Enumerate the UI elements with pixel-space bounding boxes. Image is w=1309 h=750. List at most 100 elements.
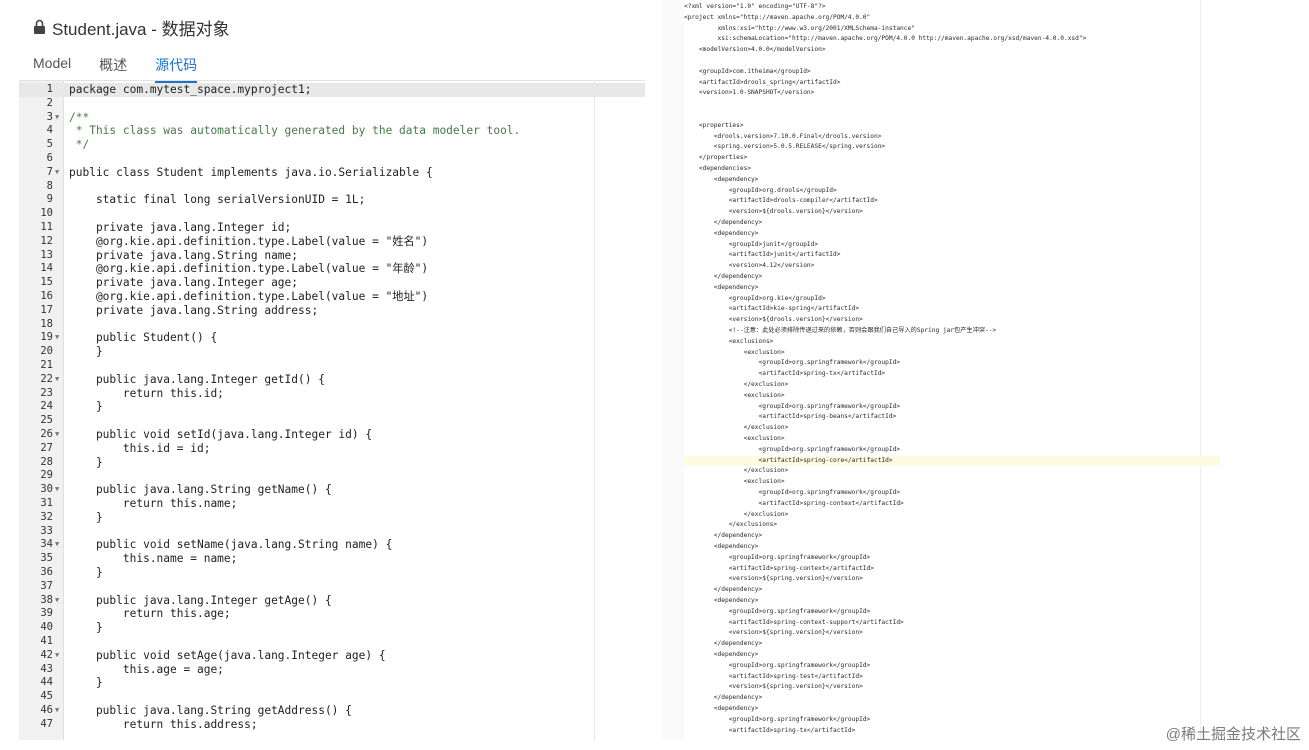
code-line[interactable]: 23 return this.id; bbox=[19, 387, 645, 401]
code-line[interactable]: 8 bbox=[19, 180, 645, 194]
xml-line[interactable]: <exclusions> bbox=[684, 337, 774, 348]
code-line[interactable]: 19 ▼ public Student() { bbox=[19, 331, 645, 345]
xml-line[interactable]: <dependency> bbox=[684, 175, 759, 186]
code-line[interactable]: 46 ▼ public java.lang.String getAddress()… bbox=[19, 704, 645, 718]
xml-line[interactable]: <groupId>org.kie</groupId> bbox=[684, 294, 826, 305]
xml-line[interactable]: </exclusion> bbox=[684, 510, 789, 521]
xml-line[interactable]: <exclusion> bbox=[684, 477, 785, 488]
code-line[interactable]: 12 @org.kie.api.definition.type.Label(va… bbox=[19, 235, 645, 249]
tab-model[interactable]: Model bbox=[33, 53, 71, 83]
xml-line[interactable]: <artifactId>spring-beans</artifactId> bbox=[684, 412, 897, 423]
xml-line[interactable]: <artifactId>spring-tx</artifactId> bbox=[684, 369, 886, 380]
fold-toggle-icon[interactable]: ▼ bbox=[55, 111, 59, 125]
code-line[interactable]: 17 private java.lang.String address; bbox=[19, 304, 645, 318]
code-line[interactable]: 43 this.age = age; bbox=[19, 663, 645, 677]
code-line[interactable]: 44 } bbox=[19, 676, 645, 690]
code-line[interactable]: 5 */ bbox=[19, 138, 645, 152]
code-line[interactable]: 31 return this.name; bbox=[19, 497, 645, 511]
xml-line[interactable]: </dependency> bbox=[684, 531, 762, 542]
xml-line[interactable]: <groupId>org.springframework</groupId> bbox=[684, 488, 901, 499]
xml-line[interactable]: <spring.version>5.0.5.RELEASE</spring.ve… bbox=[684, 142, 885, 153]
xml-line[interactable]: <drools.version>7.10.0.Final</drools.ver… bbox=[684, 132, 882, 143]
xml-line[interactable]: </dependency> bbox=[684, 585, 762, 596]
tab-source[interactable]: 源代码 bbox=[155, 53, 198, 83]
xml-line[interactable]: <groupId>org.springframework</groupId> bbox=[684, 553, 871, 564]
xml-line[interactable]: <groupId>junit</groupId> bbox=[684, 240, 818, 251]
xml-scrollbar[interactable] bbox=[1200, 0, 1220, 740]
xml-line[interactable]: <dependency> bbox=[684, 542, 759, 553]
code-line[interactable]: 16 @org.kie.api.definition.type.Label(va… bbox=[19, 290, 645, 304]
code-line[interactable]: 3 ▼ /** bbox=[19, 111, 645, 125]
xml-line[interactable]: <artifactId>spring-core</artifactId> bbox=[684, 455, 1220, 467]
fold-toggle-icon[interactable]: ▼ bbox=[55, 649, 59, 663]
xml-line[interactable]: <artifactId>spring-test</artifactId> bbox=[684, 672, 863, 683]
code-line[interactable]: 1 package com.mytest_space.myproject1; bbox=[19, 83, 645, 97]
xml-line[interactable]: <artifactId>spring-context-support</arti… bbox=[684, 618, 904, 629]
code-line[interactable]: 36 } bbox=[19, 566, 645, 580]
fold-toggle-icon[interactable]: ▼ bbox=[55, 483, 59, 497]
xml-line[interactable]: <groupId>org.drools</groupId> bbox=[684, 186, 837, 197]
xml-line[interactable]: <modelVersion>4.0.0</modelVersion> bbox=[684, 45, 826, 56]
code-line[interactable]: 20 } bbox=[19, 345, 645, 359]
xml-line[interactable]: <version>4.12</version> bbox=[684, 261, 815, 272]
code-line[interactable]: 24 } bbox=[19, 400, 645, 414]
xml-line[interactable]: <groupId>org.springframework</groupId> bbox=[684, 715, 871, 726]
pom-xml-editor[interactable]: <?xml version="1.0" encoding="UTF-8"?> <p… bbox=[662, 0, 1220, 740]
xml-line[interactable]: </dependency> bbox=[684, 272, 762, 283]
xml-line[interactable]: </exclusions> bbox=[684, 520, 777, 531]
code-line[interactable]: 4 * This class was automatically generat… bbox=[19, 124, 645, 138]
xml-line[interactable]: </exclusion> bbox=[684, 466, 789, 477]
xml-line[interactable]: </dependency> bbox=[684, 639, 762, 650]
xml-line[interactable]: xsi:schemaLocation="http://maven.apache.… bbox=[684, 34, 1087, 45]
code-line[interactable]: 15 private java.lang.Integer age; bbox=[19, 276, 645, 290]
code-line[interactable]: 22 ▼ public java.lang.Integer getId() { bbox=[19, 373, 645, 387]
xml-line[interactable]: <dependency> bbox=[684, 704, 759, 715]
xml-line[interactable]: <groupId>org.springframework</groupId> bbox=[684, 402, 901, 413]
code-line[interactable]: 26 ▼ public void setId(java.lang.Integer … bbox=[19, 428, 645, 442]
code-line[interactable]: 2 bbox=[19, 97, 645, 111]
code-line[interactable]: 6 bbox=[19, 152, 645, 166]
xml-line[interactable]: <version>${spring.version}</version> bbox=[684, 682, 863, 693]
xml-line[interactable]: <groupId>org.springframework</groupId> bbox=[684, 661, 871, 672]
code-line[interactable]: 37 bbox=[19, 580, 645, 594]
xml-line[interactable]: <artifactId>drools-compiler</artifactId> bbox=[684, 196, 878, 207]
xml-line[interactable]: <groupId>com.itheima</groupId> bbox=[684, 67, 811, 78]
xml-line[interactable]: <dependency> bbox=[684, 229, 759, 240]
xml-line[interactable]: <version>${drools.version}</version> bbox=[684, 315, 863, 326]
code-line[interactable]: 45 bbox=[19, 690, 645, 704]
xml-line[interactable]: </dependency> bbox=[684, 218, 762, 229]
xml-line[interactable]: <groupId>org.springframework</groupId> bbox=[684, 358, 901, 369]
xml-line[interactable]: xmlns:xsi="http://www.w3.org/2001/XMLSch… bbox=[684, 24, 915, 35]
xml-line[interactable]: </exclusion> bbox=[684, 423, 789, 434]
code-line[interactable]: 11 private java.lang.Integer id; bbox=[19, 221, 645, 235]
xml-line[interactable]: <artifactId>spring-context</artifactId> bbox=[684, 499, 904, 510]
xml-line[interactable]: <project xmlns="http://maven.apache.org/… bbox=[684, 13, 870, 24]
fold-toggle-icon[interactable]: ▼ bbox=[55, 373, 59, 387]
fold-toggle-icon[interactable]: ▼ bbox=[55, 704, 59, 718]
xml-line[interactable]: <version>1.0-SNAPSHOT</version> bbox=[684, 88, 815, 99]
fold-toggle-icon[interactable]: ▼ bbox=[55, 538, 59, 552]
xml-line[interactable]: <dependency> bbox=[684, 283, 759, 294]
code-line[interactable]: 18 bbox=[19, 318, 645, 332]
code-line[interactable]: 42 ▼ public void setAge(java.lang.Integer… bbox=[19, 649, 645, 663]
code-line[interactable]: 38 ▼ public java.lang.Integer getAge() { bbox=[19, 594, 645, 608]
xml-line[interactable]: <groupId>org.springframework</groupId> bbox=[684, 607, 871, 618]
xml-line[interactable]: <properties> bbox=[684, 121, 744, 132]
xml-line[interactable]: </properties> bbox=[684, 153, 747, 164]
code-line[interactable]: 33 bbox=[19, 525, 645, 539]
code-line[interactable]: 28 } bbox=[19, 456, 645, 470]
xml-line[interactable]: <artifactId>spring-tx</artifactId> bbox=[684, 726, 856, 737]
code-line[interactable]: 9 static final long serialVersionUID = 1… bbox=[19, 193, 645, 207]
tab-overview[interactable]: 概述 bbox=[99, 53, 127, 83]
xml-line[interactable]: <exclusion> bbox=[684, 434, 785, 445]
xml-line[interactable]: <!--注意：此处必须排除传递过来的依赖，否则会跟我们自己导入的Spring j… bbox=[684, 326, 997, 337]
xml-line[interactable]: <dependencies> bbox=[684, 164, 751, 175]
xml-line[interactable]: <dependency> bbox=[684, 596, 759, 607]
xml-line[interactable]: <?xml version="1.0" encoding="UTF-8"?> bbox=[684, 2, 826, 13]
code-line[interactable]: 25 bbox=[19, 414, 645, 428]
fold-toggle-icon[interactable]: ▼ bbox=[55, 331, 59, 345]
code-line[interactable]: 40 } bbox=[19, 621, 645, 635]
xml-line[interactable]: </dependency> bbox=[684, 693, 762, 704]
code-line[interactable]: 39 return this.age; bbox=[19, 607, 645, 621]
xml-line[interactable]: <artifactId>junit</artifactId> bbox=[684, 250, 841, 261]
